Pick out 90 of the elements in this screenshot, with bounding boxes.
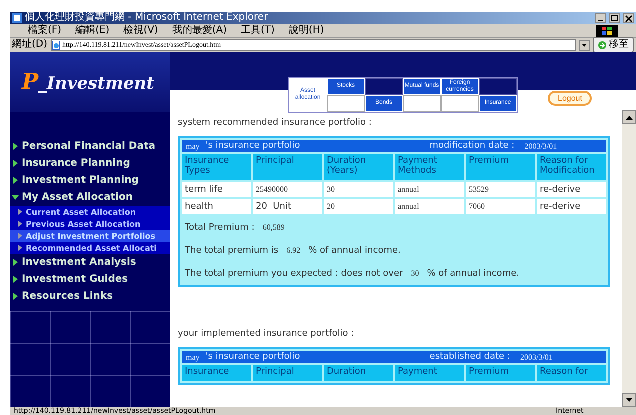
nav-subitem[interactable]: Current Asset Allocation: [10, 206, 170, 218]
table-cell: re-derive: [537, 199, 606, 214]
caret-right-icon: [12, 143, 19, 150]
date-value: 2003/3/01: [520, 352, 553, 362]
column-header: Duration (Years): [324, 154, 393, 180]
table-cell: 20: [324, 199, 393, 214]
dropdown-icon[interactable]: [579, 40, 590, 50]
table-cell: 30: [324, 182, 393, 197]
column-header: Reason for Modification: [537, 154, 606, 180]
section-heading: system recommended insurance portfolio :: [178, 118, 373, 128]
tab-spacer: [441, 95, 479, 112]
summary-text: Total Premium :: [185, 223, 255, 233]
caret-right-icon: [12, 160, 19, 167]
summary-text: The total premium you expected : does not over: [185, 269, 404, 279]
menu-item[interactable]: 說明(H): [288, 24, 324, 36]
summary-value: 60,589: [262, 223, 285, 233]
nav-subitem[interactable]: Adjust Investment Portfolios: [10, 230, 170, 242]
column-header: Premium: [466, 365, 535, 381]
nav-item[interactable]: Personal Financial Data: [10, 138, 170, 155]
close-icon: [624, 14, 632, 22]
tab-spacer: [403, 95, 441, 112]
go-button[interactable]: 移至: [593, 37, 634, 53]
column-header: Payment Methods: [395, 154, 464, 180]
maximize-icon: [610, 14, 618, 22]
table-cell: re-derive: [537, 182, 606, 197]
caret-right-icon: [12, 293, 19, 300]
date-label: established date :: [430, 352, 510, 362]
column-header: Principal: [253, 154, 322, 180]
table-title: 's insurance portfolio: [206, 352, 302, 362]
column-header: Insurance: [182, 365, 251, 381]
scrollbar[interactable]: [622, 110, 636, 407]
minimize-button[interactable]: [595, 13, 606, 23]
table-title: 's insurance portfolio: [206, 141, 302, 151]
column-header: Principal: [253, 365, 322, 381]
nav-item[interactable]: My Asset Allocation: [10, 189, 170, 206]
menu-item[interactable]: 編輯(E): [76, 24, 110, 36]
table-cell: term life: [182, 182, 251, 197]
caret-right-icon: [12, 259, 19, 266]
summary-text: The total premium is: [185, 246, 279, 256]
nav-subitem[interactable]: Recommended Asset Allocati: [10, 242, 170, 254]
menu-item[interactable]: 工具(T): [241, 24, 275, 36]
tab-spacer: [479, 78, 517, 95]
scroll-up-button[interactable]: [622, 110, 636, 124]
down-arrow-icon: [626, 398, 632, 402]
windows-logo: [596, 24, 618, 36]
nav-item[interactable]: Investment Guides: [10, 271, 170, 288]
window-title: 個人化理財投資專門網 - Microsoft Internet Explorer: [25, 12, 270, 24]
caret-right-icon: [12, 177, 19, 184]
close-button[interactable]: [623, 13, 634, 23]
table-cell: health: [182, 199, 251, 214]
nav-item[interactable]: Resources Links: [10, 288, 170, 305]
section-heading: your implemented insurance portfolio :: [178, 329, 356, 339]
table-cell: 25490000: [253, 182, 322, 197]
table-cell: annual: [395, 199, 464, 214]
caret-right-icon: [12, 276, 19, 283]
nav-item[interactable]: Insurance Planning: [10, 155, 170, 172]
page-icon: [52, 40, 61, 50]
column-header: Duration: [324, 365, 393, 381]
scroll-down-button[interactable]: [622, 393, 636, 407]
summary-value: 30: [411, 269, 420, 279]
column-header: Insurance Types: [182, 154, 251, 180]
menu-item[interactable]: 檢視(V): [124, 24, 158, 36]
arrow-icon: [598, 40, 607, 50]
owner-name: may: [186, 352, 200, 362]
owner-name: may: [186, 142, 200, 150]
logo: P_Investment: [22, 69, 154, 95]
up-arrow-icon: [626, 114, 632, 120]
menu-item[interactable]: 我的最愛(A): [172, 24, 227, 36]
column-header: Payment: [395, 365, 464, 381]
caret-down-icon: [12, 194, 19, 201]
table-cell: 7060: [466, 199, 535, 214]
table-cell: 53529: [466, 182, 535, 197]
column-header: Reason for: [537, 365, 606, 381]
summary-text: % of annual income.: [308, 246, 401, 256]
nav-subitem[interactable]: Previous Asset Allocation: [10, 218, 170, 230]
menu-item[interactable]: 檔案(F): [28, 24, 62, 36]
tab-spacer: [327, 95, 365, 112]
nav-item[interactable]: Investment Analysis: [10, 254, 170, 271]
maximize-button[interactable]: [609, 13, 620, 23]
address-label: 網址(D): [12, 39, 48, 51]
column-header: Premium: [466, 154, 535, 180]
summary-text: % of annual income.: [427, 269, 520, 279]
tab-spacer: [365, 78, 403, 95]
date-value: 2003/3/01: [524, 142, 558, 150]
summary-value: 6.92: [286, 246, 301, 256]
nav-item[interactable]: Investment Planning: [10, 172, 170, 189]
date-label: modification date :: [430, 141, 515, 151]
table-cell: annual: [395, 182, 464, 197]
table-cell: 20 Unit: [253, 199, 322, 214]
browser-icon: [12, 13, 22, 23]
